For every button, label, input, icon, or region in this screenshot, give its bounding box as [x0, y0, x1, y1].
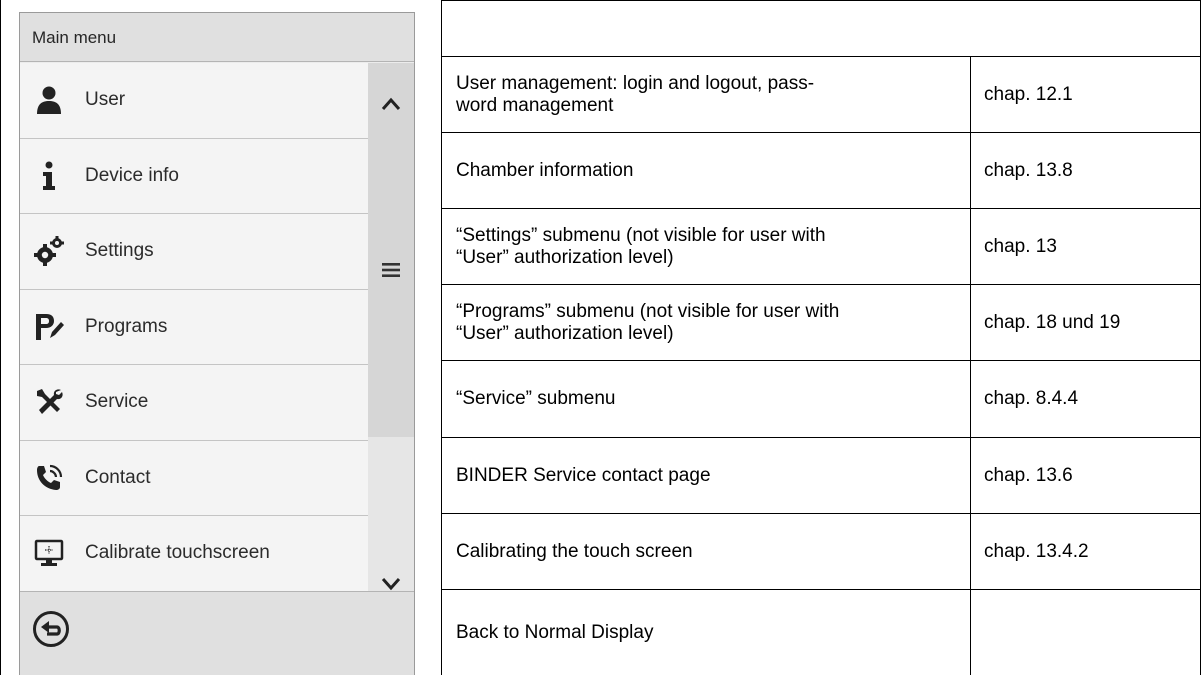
row-description: “Settings” submenu (not visible for user…: [442, 209, 971, 284]
table-row: “Settings” submenu (not visible for user…: [442, 209, 1201, 285]
table-row: Calibrating the touch screen chap. 13.4.…: [442, 514, 1201, 590]
row-chapter: chap. 18 und 19: [971, 285, 1201, 360]
menu-item-service[interactable]: Service: [20, 365, 368, 441]
device-screen: Main menu User Device info Settings Prog…: [19, 12, 415, 675]
row-chapter: chap. 13.8: [971, 133, 1201, 208]
empty-header-cell: [442, 1, 971, 56]
screen-frame: Main menu User Device info Settings Prog…: [0, 0, 442, 675]
menu-item-label: Device info: [85, 164, 179, 186]
table-row: “Programs” submenu (not visible for user…: [442, 285, 1201, 361]
row-description: BINDER Service contact page: [442, 438, 971, 513]
row-description: User management: login and logout, pass-…: [442, 57, 971, 132]
table-row: Chamber information chap. 13.8: [442, 133, 1201, 209]
menu-item-programs[interactable]: Programs: [20, 289, 368, 365]
menu-item-user[interactable]: User: [20, 63, 368, 139]
row-chapter: chap. 13.6: [971, 438, 1201, 513]
menu-item-label: Settings: [85, 240, 154, 262]
menu-item-settings[interactable]: Settings: [20, 214, 368, 290]
row-chapter: [971, 590, 1201, 675]
row-description: “Service” submenu: [442, 361, 971, 437]
touchscreen-icon: [34, 538, 64, 568]
hamburger-icon[interactable]: [378, 257, 404, 283]
screen-footer: [20, 591, 414, 675]
menu-scrollbar[interactable]: [368, 63, 414, 591]
table-row: “Service” submenu chap. 8.4.4: [442, 361, 1201, 438]
description-table: User management: login and logout, pass-…: [442, 0, 1201, 675]
screen-title: Main menu: [20, 13, 414, 62]
row-description: Chamber information: [442, 133, 971, 208]
back-arrow-icon[interactable]: [32, 610, 70, 648]
menu-item-device-info[interactable]: Device info: [20, 138, 368, 214]
menu-item-label: Calibrate touchscreen: [85, 542, 270, 564]
service-tools-icon: [34, 387, 64, 417]
user-icon: [34, 85, 64, 115]
menu-item-label: Service: [85, 391, 149, 413]
row-chapter: chap. 12.1: [971, 57, 1201, 132]
programs-icon: [34, 312, 64, 342]
row-chapter: chap. 13.4.2: [971, 514, 1201, 589]
info-icon: [34, 161, 64, 191]
menu-item-calibrate-touchscreen[interactable]: Calibrate touchscreen: [20, 516, 368, 592]
row-chapter: chap. 8.4.4: [971, 361, 1201, 437]
phone-icon: [34, 463, 64, 493]
menu-item-label: Programs: [85, 315, 168, 337]
gears-icon: [34, 236, 64, 267]
table-header-row: [442, 1, 1201, 57]
chevron-up-icon[interactable]: [368, 81, 414, 127]
main-menu-list: User Device info Settings Programs Servi…: [20, 63, 368, 592]
row-chapter: chap. 13: [971, 209, 1201, 284]
table-row: User management: login and logout, pass-…: [442, 57, 1201, 133]
row-description: Back to Normal Display: [442, 590, 971, 675]
menu-item-label: User: [85, 89, 126, 111]
row-description: “Programs” submenu (not visible for user…: [442, 285, 971, 360]
row-description: Calibrating the touch screen: [442, 514, 971, 589]
table-row: Back to Normal Display: [442, 590, 1201, 675]
table-row: BINDER Service contact page chap. 13.6: [442, 438, 1201, 514]
empty-header-cell: [971, 1, 1201, 56]
menu-item-contact[interactable]: Contact: [20, 440, 368, 516]
menu-item-label: Contact: [85, 466, 151, 488]
